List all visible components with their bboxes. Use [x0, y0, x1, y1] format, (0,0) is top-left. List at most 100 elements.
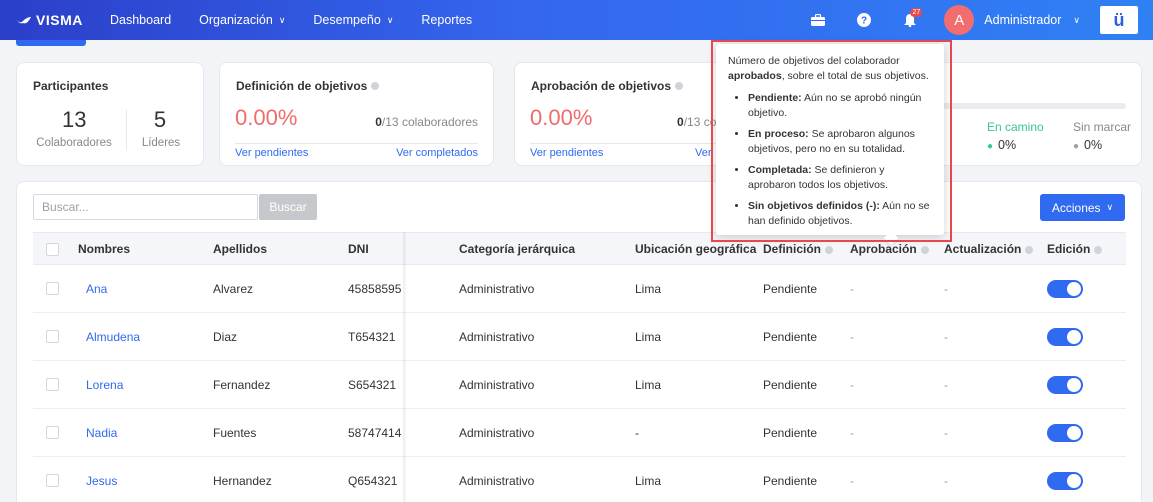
- header-edit[interactable]: Edición: [1047, 233, 1103, 266]
- header-category[interactable]: Categoría jerárquica: [459, 233, 575, 266]
- table-row[interactable]: Jesus Hernandez Q654321 Administrativo Lima P…: [33, 457, 1126, 502]
- nav-dashboard-label: Dashboard: [110, 13, 172, 27]
- tooltip-item: En proceso: Se aprobaron algunos objetiv…: [748, 127, 932, 157]
- chevron-down-icon[interactable]: ∨: [1073, 15, 1080, 26]
- cell-update: -: [944, 282, 948, 296]
- nav-desempeno[interactable]: Desempeño ∨: [313, 13, 393, 27]
- unmarked-label: Sin marcar: [1073, 120, 1132, 134]
- definition-pending-link[interactable]: Ver pendientes: [235, 147, 308, 159]
- select-all-checkbox[interactable]: [46, 243, 59, 256]
- help-icon[interactable]: ?: [852, 8, 876, 32]
- cell-approval: -: [850, 330, 854, 344]
- tooltip-item: Sin objetivos definidos (-): Aún no se h…: [748, 199, 932, 229]
- search-button[interactable]: Buscar: [259, 194, 317, 220]
- header-names[interactable]: Nombres: [78, 233, 130, 266]
- bell-icon[interactable]: 27: [898, 8, 923, 32]
- header-surnames[interactable]: Apellidos: [213, 233, 267, 266]
- cell-category: Administrativo: [459, 426, 535, 440]
- edit-toggle[interactable]: [1047, 376, 1083, 394]
- progress-track: [940, 103, 1126, 109]
- edit-toggle[interactable]: [1047, 424, 1083, 442]
- cell-surname: Fuentes: [213, 426, 257, 440]
- leaders-label: Líderes: [141, 137, 181, 149]
- info-icon[interactable]: [675, 82, 684, 90]
- tooltip-item: Completada: Se definieron y aprobaron to…: [748, 163, 932, 193]
- nav-organizacion[interactable]: Organización ∨: [199, 13, 285, 27]
- approval-title: Aprobación de objetivos: [531, 79, 684, 93]
- row-checkbox[interactable]: [46, 426, 59, 439]
- edit-toggle[interactable]: [1047, 472, 1083, 490]
- approval-percent: 0.00%: [530, 105, 593, 130]
- info-icon[interactable]: [1094, 245, 1103, 254]
- nav-dashboard[interactable]: Dashboard: [110, 13, 171, 27]
- cell-location: Lima: [635, 330, 662, 344]
- nav-reportes[interactable]: Reportes: [421, 13, 472, 27]
- unmarked-value: ● 0%: [1073, 138, 1102, 152]
- cell-definition: Pendiente: [763, 426, 818, 440]
- definition-count-total: /13 colaboradores: [381, 115, 478, 129]
- cell-surname: Diaz: [213, 330, 238, 344]
- edit-toggle[interactable]: [1047, 328, 1083, 346]
- cell-surname: Fernandez: [213, 378, 271, 392]
- row-checkbox[interactable]: [46, 474, 59, 487]
- definition-completed-link[interactable]: Ver completados: [396, 147, 478, 159]
- header-definition[interactable]: Definición: [763, 233, 834, 266]
- search-input[interactable]: [33, 194, 258, 220]
- table-row[interactable]: Almudena Diaz T654321 Administrativo Lima Pen…: [33, 313, 1126, 361]
- approval-completed-link[interactable]: Ver: [695, 147, 712, 159]
- cell-location: -: [635, 426, 639, 440]
- tooltip-intro-end: , sobre el total de sus objetivos.: [781, 70, 929, 82]
- edit-toggle[interactable]: [1047, 280, 1083, 298]
- top-right-controls: ? 27 A Administrador ∨ ü: [806, 0, 1153, 40]
- approval-pending-link[interactable]: Ver pendientes: [530, 147, 603, 159]
- cell-location: Lima: [635, 474, 662, 488]
- table-row[interactable]: Lorena Fernandez S654321 Administrativo Lima…: [33, 361, 1126, 409]
- cell-name[interactable]: Ana: [86, 265, 107, 313]
- collaborators-count: 13: [62, 107, 87, 132]
- avatar[interactable]: A: [944, 5, 975, 35]
- cell-name[interactable]: Almudena: [86, 313, 140, 361]
- tooltip-term: Completada:: [748, 164, 812, 176]
- header-location[interactable]: Ubicación geográfica: [635, 233, 756, 266]
- cell-location: Lima: [635, 378, 662, 392]
- tooltip-term: Pendiente:: [748, 92, 802, 104]
- collaborators-label: Colaboradores: [36, 137, 112, 149]
- cell-name[interactable]: Lorena: [86, 361, 123, 409]
- row-checkbox[interactable]: [46, 282, 59, 295]
- unmarked-dot-icon: ●: [1073, 141, 1080, 152]
- cell-update: -: [944, 330, 948, 344]
- table-row[interactable]: Nadia Fuentes 58747414 Administrativo - Pendi…: [33, 409, 1126, 457]
- tooltip-intro-bold: aprobados: [728, 70, 782, 82]
- info-icon[interactable]: [1025, 245, 1034, 254]
- cell-name[interactable]: Jesus: [86, 457, 117, 502]
- table-row[interactable]: Ana Alvarez 45858595 Administrativo Lima Pend…: [33, 265, 1126, 313]
- table-header: Nombres Apellidos DNI Categoría jerárqui…: [33, 232, 1126, 265]
- header-update-label: Actualización: [944, 242, 1022, 256]
- info-icon[interactable]: [825, 245, 834, 254]
- actions-button[interactable]: Acciones ∨: [1040, 194, 1125, 221]
- info-icon[interactable]: [920, 245, 929, 254]
- cell-surname: Hernandez: [213, 474, 272, 488]
- approval-count-value: 0: [677, 115, 684, 129]
- header-update[interactable]: Actualización: [944, 233, 1034, 266]
- app-switcher-button[interactable]: ü: [1100, 6, 1138, 34]
- header-edit-label: Edición: [1047, 242, 1091, 256]
- visma-logo[interactable]: VISMA: [14, 12, 110, 28]
- card-divider: [235, 143, 478, 144]
- user-name[interactable]: Administrador: [984, 13, 1061, 27]
- tooltip-item: Pendiente: Aún no se aprobó ningún objet…: [748, 91, 932, 121]
- tooltip-term: En proceso:: [748, 128, 809, 140]
- on-track-value-text: 0%: [998, 138, 1017, 152]
- cell-approval: -: [850, 282, 854, 296]
- briefcase-icon[interactable]: [806, 8, 830, 32]
- definition-count-value: 0: [375, 115, 382, 129]
- info-icon[interactable]: [371, 82, 380, 90]
- cell-name[interactable]: Nadia: [86, 409, 117, 457]
- header-dni[interactable]: DNI: [348, 233, 369, 266]
- participants-title: Participantes: [33, 79, 109, 93]
- row-checkbox[interactable]: [46, 330, 59, 343]
- cell-approval: -: [850, 426, 854, 440]
- actions-button-label: Acciones: [1051, 200, 1101, 215]
- row-checkbox[interactable]: [46, 378, 59, 391]
- cell-dni: 45858595: [348, 282, 402, 296]
